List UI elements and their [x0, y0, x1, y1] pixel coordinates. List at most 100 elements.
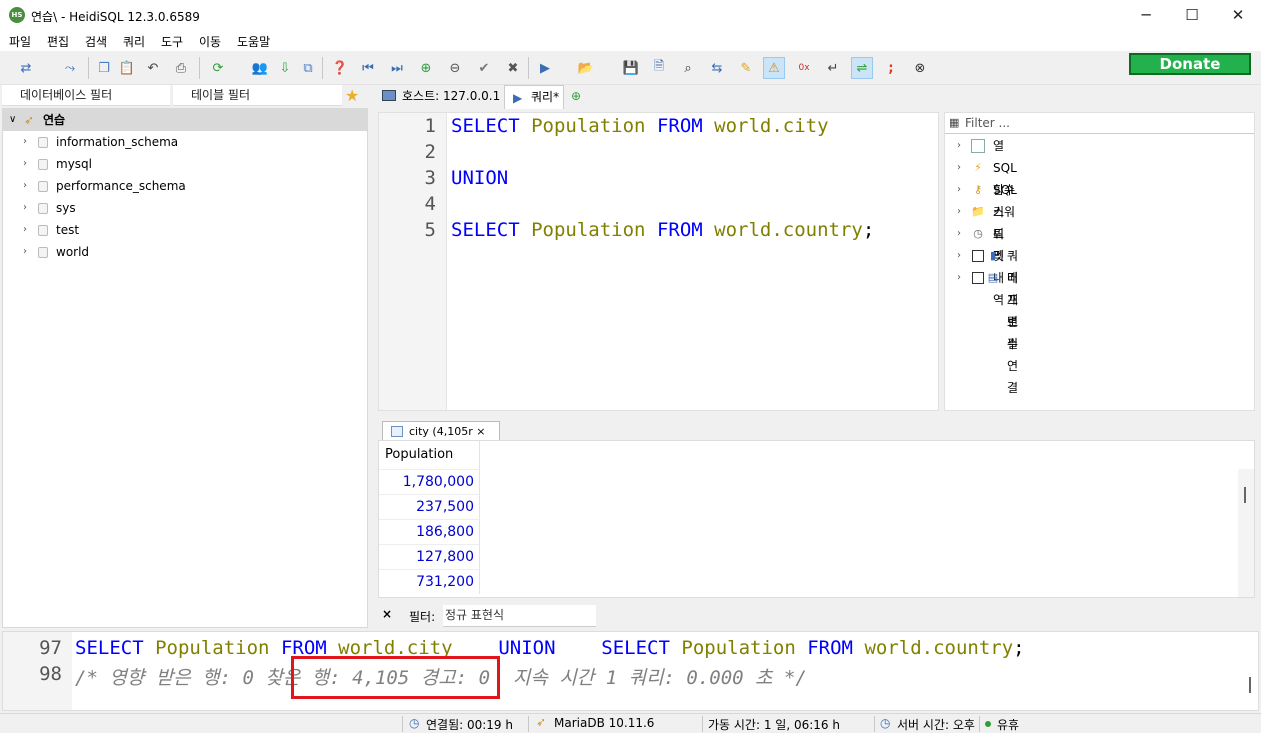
editor-gutter: 1 2 3 4 5 [379, 113, 447, 410]
helpers-filter-input[interactable]: Filter ... [945, 113, 1254, 134]
close-filter-button[interactable]: × [382, 607, 392, 621]
editor-line-3: UNION [451, 167, 509, 189]
window-title: 연습\ - HeidiSQL 12.3.0.6589 [31, 10, 200, 24]
database-icon [38, 203, 48, 214]
format-icon[interactable]: ✎ [735, 57, 757, 79]
column-header-population[interactable]: Population [379, 441, 480, 469]
menu-help[interactable]: 도움말 [237, 33, 270, 50]
load-icon[interactable]: 📂 [575, 57, 597, 79]
maximize-button[interactable]: ☐ [1169, 0, 1215, 31]
database-tree: ∨ ➶ 연습 › information_schema › mysql › perfo… [2, 108, 368, 628]
save-icon[interactable]: 💾 [620, 57, 642, 79]
editor-line-5: SELECT Population FROM world.country; [451, 219, 875, 241]
favorite-star-icon[interactable]: ★ [345, 86, 359, 105]
database-icon [38, 181, 48, 192]
status-bar: ◷ 연결됨: 00:19 h ➶ MariaDB 10.11.6 가동 시간: … [0, 713, 1261, 733]
editor-line-1: SELECT Population FROM world.city [451, 115, 829, 137]
regex-filter-input[interactable]: 정규 표현식 [443, 605, 596, 627]
grid-cell[interactable]: 731,200 [379, 569, 480, 594]
status-server: MariaDB 10.11.6 [554, 716, 655, 730]
first-icon[interactable]: ⏮ [357, 57, 379, 79]
last-icon[interactable]: ⏭ [386, 57, 408, 79]
tree-root[interactable]: ∨ ➶ 연습 [3, 109, 367, 131]
grid-cell[interactable]: 186,800 [379, 519, 480, 544]
database-filter-input[interactable]: 데이터베이스 필터 [2, 85, 170, 106]
status-idle: 유휴 [997, 718, 1020, 732]
menu-edit[interactable]: 편집 [47, 33, 69, 50]
result-filter-bar: × 필터: 정규 표현식 [378, 604, 1255, 628]
grid-scrollbar[interactable] [1238, 469, 1254, 597]
sql-editor[interactable]: 1 2 3 4 5 SELECT Population FROM world.c… [378, 112, 939, 411]
remove-icon[interactable]: ⊖ [444, 57, 466, 79]
donate-button[interactable]: Donate [1129, 53, 1251, 75]
folder-icon: 📁 [971, 205, 985, 218]
server-time-icon: ◷ [880, 716, 891, 730]
run-icon[interactable]: ▶ [534, 57, 556, 79]
menu-file[interactable]: 파일 [9, 33, 31, 50]
status-connected: 연결됨: 00:19 h [426, 718, 513, 732]
paste-icon[interactable]: 📋 [116, 57, 138, 79]
database-icon [38, 247, 48, 258]
sync-icon[interactable]: ⇌ [851, 57, 873, 79]
bind-params-checkbox[interactable] [972, 272, 984, 284]
table-filter-input[interactable]: 테이블 필터 [173, 85, 342, 106]
filter-icon: ▦ [949, 116, 960, 129]
add-icon[interactable]: ⊕ [415, 57, 437, 79]
highlight-box [291, 656, 500, 699]
params-icon: ▤ [987, 271, 999, 284]
query-profile-checkbox[interactable] [972, 250, 984, 262]
tab-host[interactable]: 호스트: 127.0.0.1 [376, 85, 502, 109]
disconnect-icon[interactable]: ⤳ [59, 57, 81, 79]
tab-query[interactable]: ▶ 쿼리* [504, 85, 564, 109]
user-manager-icon[interactable]: 👥 [249, 57, 271, 79]
query-helpers: Filter ... ▦ › 열 › ⚡ SQL 함수 › ⚷ SQL 키워드 › 📁 스니펫… [944, 112, 1255, 411]
save-as-icon[interactable]: 🗎 [648, 57, 670, 79]
wrap-icon[interactable]: ↵ [822, 57, 844, 79]
columns-icon [971, 139, 985, 153]
connect-icon[interactable]: ⇄ [15, 57, 37, 79]
server-icon: ➶ [536, 715, 547, 729]
export-icon[interactable]: ⧉ [297, 57, 319, 79]
clock-icon: ◷ [973, 227, 983, 240]
status-uptime: 가동 시간: 1 일, 06:16 h [708, 718, 840, 732]
result-tab[interactable]: city (4,105r × 1c) [382, 421, 500, 457]
binoculars-icon[interactable]: ⌕ [677, 57, 699, 79]
menu-query[interactable]: 쿼리 [123, 33, 145, 50]
copy-icon[interactable]: ❐ [93, 57, 115, 79]
key-icon: ⚷ [973, 183, 983, 196]
database-icon [38, 225, 48, 236]
import-icon[interactable]: ⇩ [274, 57, 296, 79]
tree-root-label: 연습 [43, 113, 66, 127]
log-gutter: 97 98 [3, 632, 72, 710]
new-tab-icon[interactable]: ⊕ [571, 89, 581, 103]
sql-log[interactable]: 97 98 SELECT Population FROM world.city … [2, 631, 1259, 711]
clock-icon: ◷ [409, 716, 420, 730]
menu-tools[interactable]: 도구 [161, 33, 183, 50]
database-icon [38, 137, 48, 148]
undo-icon[interactable]: ↶ [142, 57, 164, 79]
log-scrollbar[interactable] [1249, 677, 1251, 693]
status-server-time: 서버 시간: 오후 4:3 [897, 718, 977, 732]
semicolon-icon[interactable]: ; [880, 57, 902, 79]
help-icon[interactable]: ❓ [329, 57, 351, 79]
hex-icon[interactable]: 0x [793, 57, 815, 79]
table-icon [391, 426, 403, 437]
play-icon: ▶ [513, 91, 523, 105]
apply-icon[interactable]: ✔ [473, 57, 495, 79]
close-button[interactable]: ✕ [1215, 0, 1261, 31]
main-toolbar: ⇄ ⤳ ❐ 📋 ↶ ⎙ ⟳ 👥 ⇩ ⧉ ❓ ⏮ ⏭ ⊕ ⊖ ✔ ✖ ▶ 📂 💾 … [0, 51, 1261, 85]
replace-icon[interactable]: ⇆ [706, 57, 728, 79]
database-icon [38, 159, 48, 170]
warning-icon[interactable]: ⚠ [763, 57, 785, 79]
minimize-button[interactable]: ─ [1123, 0, 1169, 31]
cancel-icon[interactable]: ✖ [502, 57, 524, 79]
result-grid[interactable]: Population 1,780,000 237,500 186,800 127… [378, 440, 1255, 598]
refresh-icon[interactable]: ⟳ [207, 57, 229, 79]
stop-icon[interactable]: ⊗ [909, 57, 931, 79]
grid-cell[interactable]: 127,800 [379, 544, 480, 569]
menu-goto[interactable]: 이동 [199, 33, 221, 50]
grid-cell[interactable]: 1,780,000 [379, 469, 480, 494]
print-icon[interactable]: ⎙ [170, 57, 192, 79]
grid-cell[interactable]: 237,500 [379, 494, 480, 519]
menu-search[interactable]: 검색 [85, 33, 107, 50]
